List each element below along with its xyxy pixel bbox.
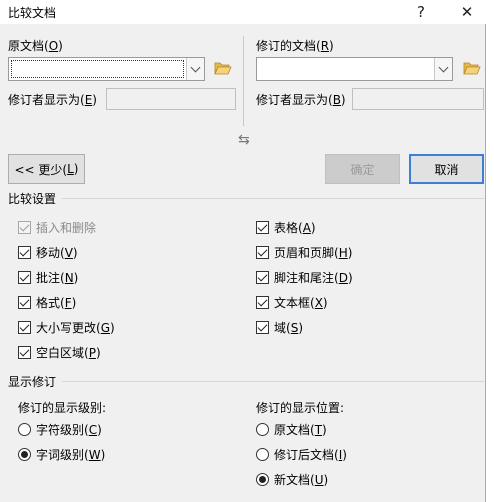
radio-icon[interactable] [256, 473, 269, 486]
setting-left-3[interactable]: 格式(F) [18, 294, 76, 311]
revised-reviewer-label: 修订者显示为(B) [256, 93, 346, 107]
setting-left-0: 插入和删除 [18, 219, 96, 236]
setting-left-5[interactable]: 空白区域(P) [18, 344, 101, 361]
checkbox-icon[interactable] [256, 296, 269, 309]
original-document-label: 原文档(O) [8, 39, 63, 53]
checkbox-icon [18, 221, 31, 234]
compare-documents-dialog: 比较文档 ? ✕ 原文档(O) 修订者显示为(E) 修订的文档(R) 修订者显示… [0, 0, 486, 502]
comparison-settings-heading: 比较设置 [8, 192, 57, 206]
setting-left-2-label: 批注(N) [36, 271, 79, 285]
help-button[interactable]: ? [406, 1, 436, 23]
setting-left-4[interactable]: 大小写更改(G) [18, 319, 115, 336]
chevron-down-icon[interactable] [434, 58, 452, 80]
setting-right-4[interactable]: 域(S) [256, 319, 303, 336]
original-document-combo[interactable] [8, 57, 205, 81]
close-button[interactable]: ✕ [452, 1, 482, 23]
revised-document-label: 修订的文档(R) [256, 39, 334, 53]
show-changes-location-label: 修订的显示位置: [256, 401, 345, 415]
chevron-down-icon[interactable] [186, 58, 204, 80]
level-option-0[interactable]: 字符级别(C) [18, 421, 102, 438]
location-option-2[interactable]: 新文档(U) [256, 471, 328, 488]
checkbox-icon[interactable] [18, 296, 31, 309]
checkbox-icon[interactable] [256, 221, 269, 234]
checkbox-icon[interactable] [18, 271, 31, 284]
checkbox-icon[interactable] [256, 271, 269, 284]
radio-icon[interactable] [256, 423, 269, 436]
open-folder-icon[interactable] [463, 61, 481, 75]
location-option-1-label: 修订后文档(I) [274, 448, 347, 462]
setting-left-2[interactable]: 批注(N) [18, 269, 78, 286]
cancel-button[interactable]: 取消 [409, 154, 484, 184]
level-option-1[interactable]: 字词级别(W) [18, 446, 105, 463]
radio-icon[interactable] [256, 448, 269, 461]
location-option-2-label: 新文档(U) [274, 473, 329, 487]
setting-left-1[interactable]: 移动(V) [18, 244, 78, 261]
setting-right-3[interactable]: 文本框(X) [256, 294, 328, 311]
level-option-0-label: 字符级别(C) [36, 423, 102, 437]
location-option-1[interactable]: 修订后文档(I) [256, 446, 347, 463]
checkbox-icon[interactable] [18, 246, 31, 259]
level-option-1-label: 字词级别(W) [36, 448, 106, 462]
original-document-value [11, 60, 184, 78]
radio-icon[interactable] [18, 448, 31, 461]
setting-right-0-label: 表格(A) [274, 221, 316, 235]
location-option-0-label: 原文档(T) [274, 423, 327, 437]
open-folder-icon[interactable] [214, 61, 232, 75]
dialog-title: 比较文档 [8, 6, 57, 20]
column-divider [243, 36, 244, 126]
show-changes-level-label: 修订的显示级别: [18, 401, 107, 415]
setting-left-4-label: 大小写更改(G) [36, 321, 115, 335]
less-button[interactable]: << 更少(L) [8, 154, 85, 184]
setting-left-1-label: 移动(V) [36, 246, 78, 260]
section-divider [62, 381, 484, 382]
checkbox-icon[interactable] [256, 246, 269, 259]
setting-right-1[interactable]: 页眉和页脚(H) [256, 244, 352, 261]
setting-right-2[interactable]: 脚注和尾注(D) [256, 269, 353, 286]
section-divider [62, 198, 484, 199]
checkbox-icon[interactable] [256, 321, 269, 334]
checkbox-icon[interactable] [18, 321, 31, 334]
setting-right-2-label: 脚注和尾注(D) [274, 271, 353, 285]
setting-left-5-label: 空白区域(P) [36, 346, 101, 360]
original-reviewer-field[interactable] [106, 88, 236, 110]
setting-left-3-label: 格式(F) [36, 296, 77, 310]
original-reviewer-label: 修订者显示为(E) [8, 93, 97, 107]
setting-right-0[interactable]: 表格(A) [256, 219, 316, 236]
revised-reviewer-field[interactable] [352, 88, 484, 110]
location-option-0[interactable]: 原文档(T) [256, 421, 327, 438]
setting-left-0-label: 插入和删除 [36, 221, 97, 235]
swap-documents-icon[interactable]: ⇆ [238, 132, 250, 148]
setting-right-3-label: 文本框(X) [274, 296, 328, 310]
setting-right-1-label: 页眉和页脚(H) [274, 246, 353, 260]
title-bar: 比较文档 ? ✕ [0, 0, 486, 24]
show-changes-heading: 显示修订 [8, 375, 57, 389]
checkbox-icon[interactable] [18, 346, 31, 359]
setting-right-4-label: 域(S) [274, 321, 303, 335]
ok-button[interactable]: 确定 [325, 154, 400, 184]
revised-document-combo[interactable] [256, 57, 453, 81]
radio-icon[interactable] [18, 423, 31, 436]
